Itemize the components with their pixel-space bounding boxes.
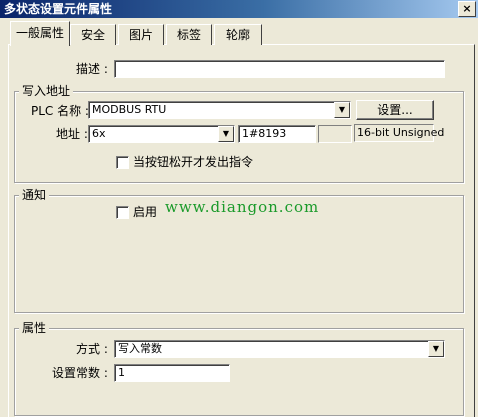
notify-legend: 通知 bbox=[19, 188, 50, 202]
close-button[interactable]: × bbox=[458, 1, 476, 17]
plc-name-select[interactable]: MODBUS RTU bbox=[88, 101, 351, 119]
mode-dropdown-icon[interactable]: ▼ bbox=[428, 341, 444, 357]
address-value-input[interactable]: 1#8193 bbox=[238, 125, 316, 143]
tab-security[interactable]: 安全 bbox=[70, 24, 116, 45]
settings-button[interactable]: 设置... bbox=[356, 100, 434, 120]
tab-label[interactable]: 标签 bbox=[166, 24, 212, 45]
window-title: 多状态设置元件属性 bbox=[4, 2, 113, 16]
tab-outline[interactable]: 轮廓 bbox=[214, 24, 262, 45]
write-address-legend: 写入地址 bbox=[19, 84, 74, 98]
plc-name-label: PLC 名称 : bbox=[31, 104, 89, 118]
enable-checkbox[interactable] bbox=[116, 206, 129, 219]
address-label: 地址 : bbox=[56, 127, 88, 141]
address-type-select[interactable]: 6x bbox=[88, 125, 235, 143]
tab-general[interactable]: 一般属性 bbox=[10, 21, 70, 46]
attributes-legend: 属性 bbox=[19, 321, 50, 335]
description-label: 描述 : bbox=[76, 62, 108, 76]
address-extra-field bbox=[318, 125, 352, 143]
release-checkbox[interactable] bbox=[116, 156, 129, 169]
address-type-dropdown-icon[interactable]: ▼ bbox=[218, 126, 234, 142]
description-input[interactable] bbox=[114, 60, 445, 78]
mode-label: 方式 : bbox=[76, 342, 108, 356]
watermark-text: www.diangon.com bbox=[165, 198, 320, 216]
plc-dropdown-icon[interactable]: ▼ bbox=[334, 102, 350, 118]
mode-select[interactable]: 写入常数 bbox=[114, 340, 445, 358]
release-checkbox-label: 当按钮松开才发出指令 bbox=[133, 155, 254, 169]
constant-input[interactable]: 1 bbox=[114, 364, 230, 382]
data-format-display: 16-bit Unsigned bbox=[354, 124, 444, 142]
enable-checkbox-label: 启用 bbox=[133, 205, 158, 219]
tab-picture[interactable]: 图片 bbox=[118, 24, 164, 45]
constant-label: 设置常数 : bbox=[52, 366, 108, 380]
